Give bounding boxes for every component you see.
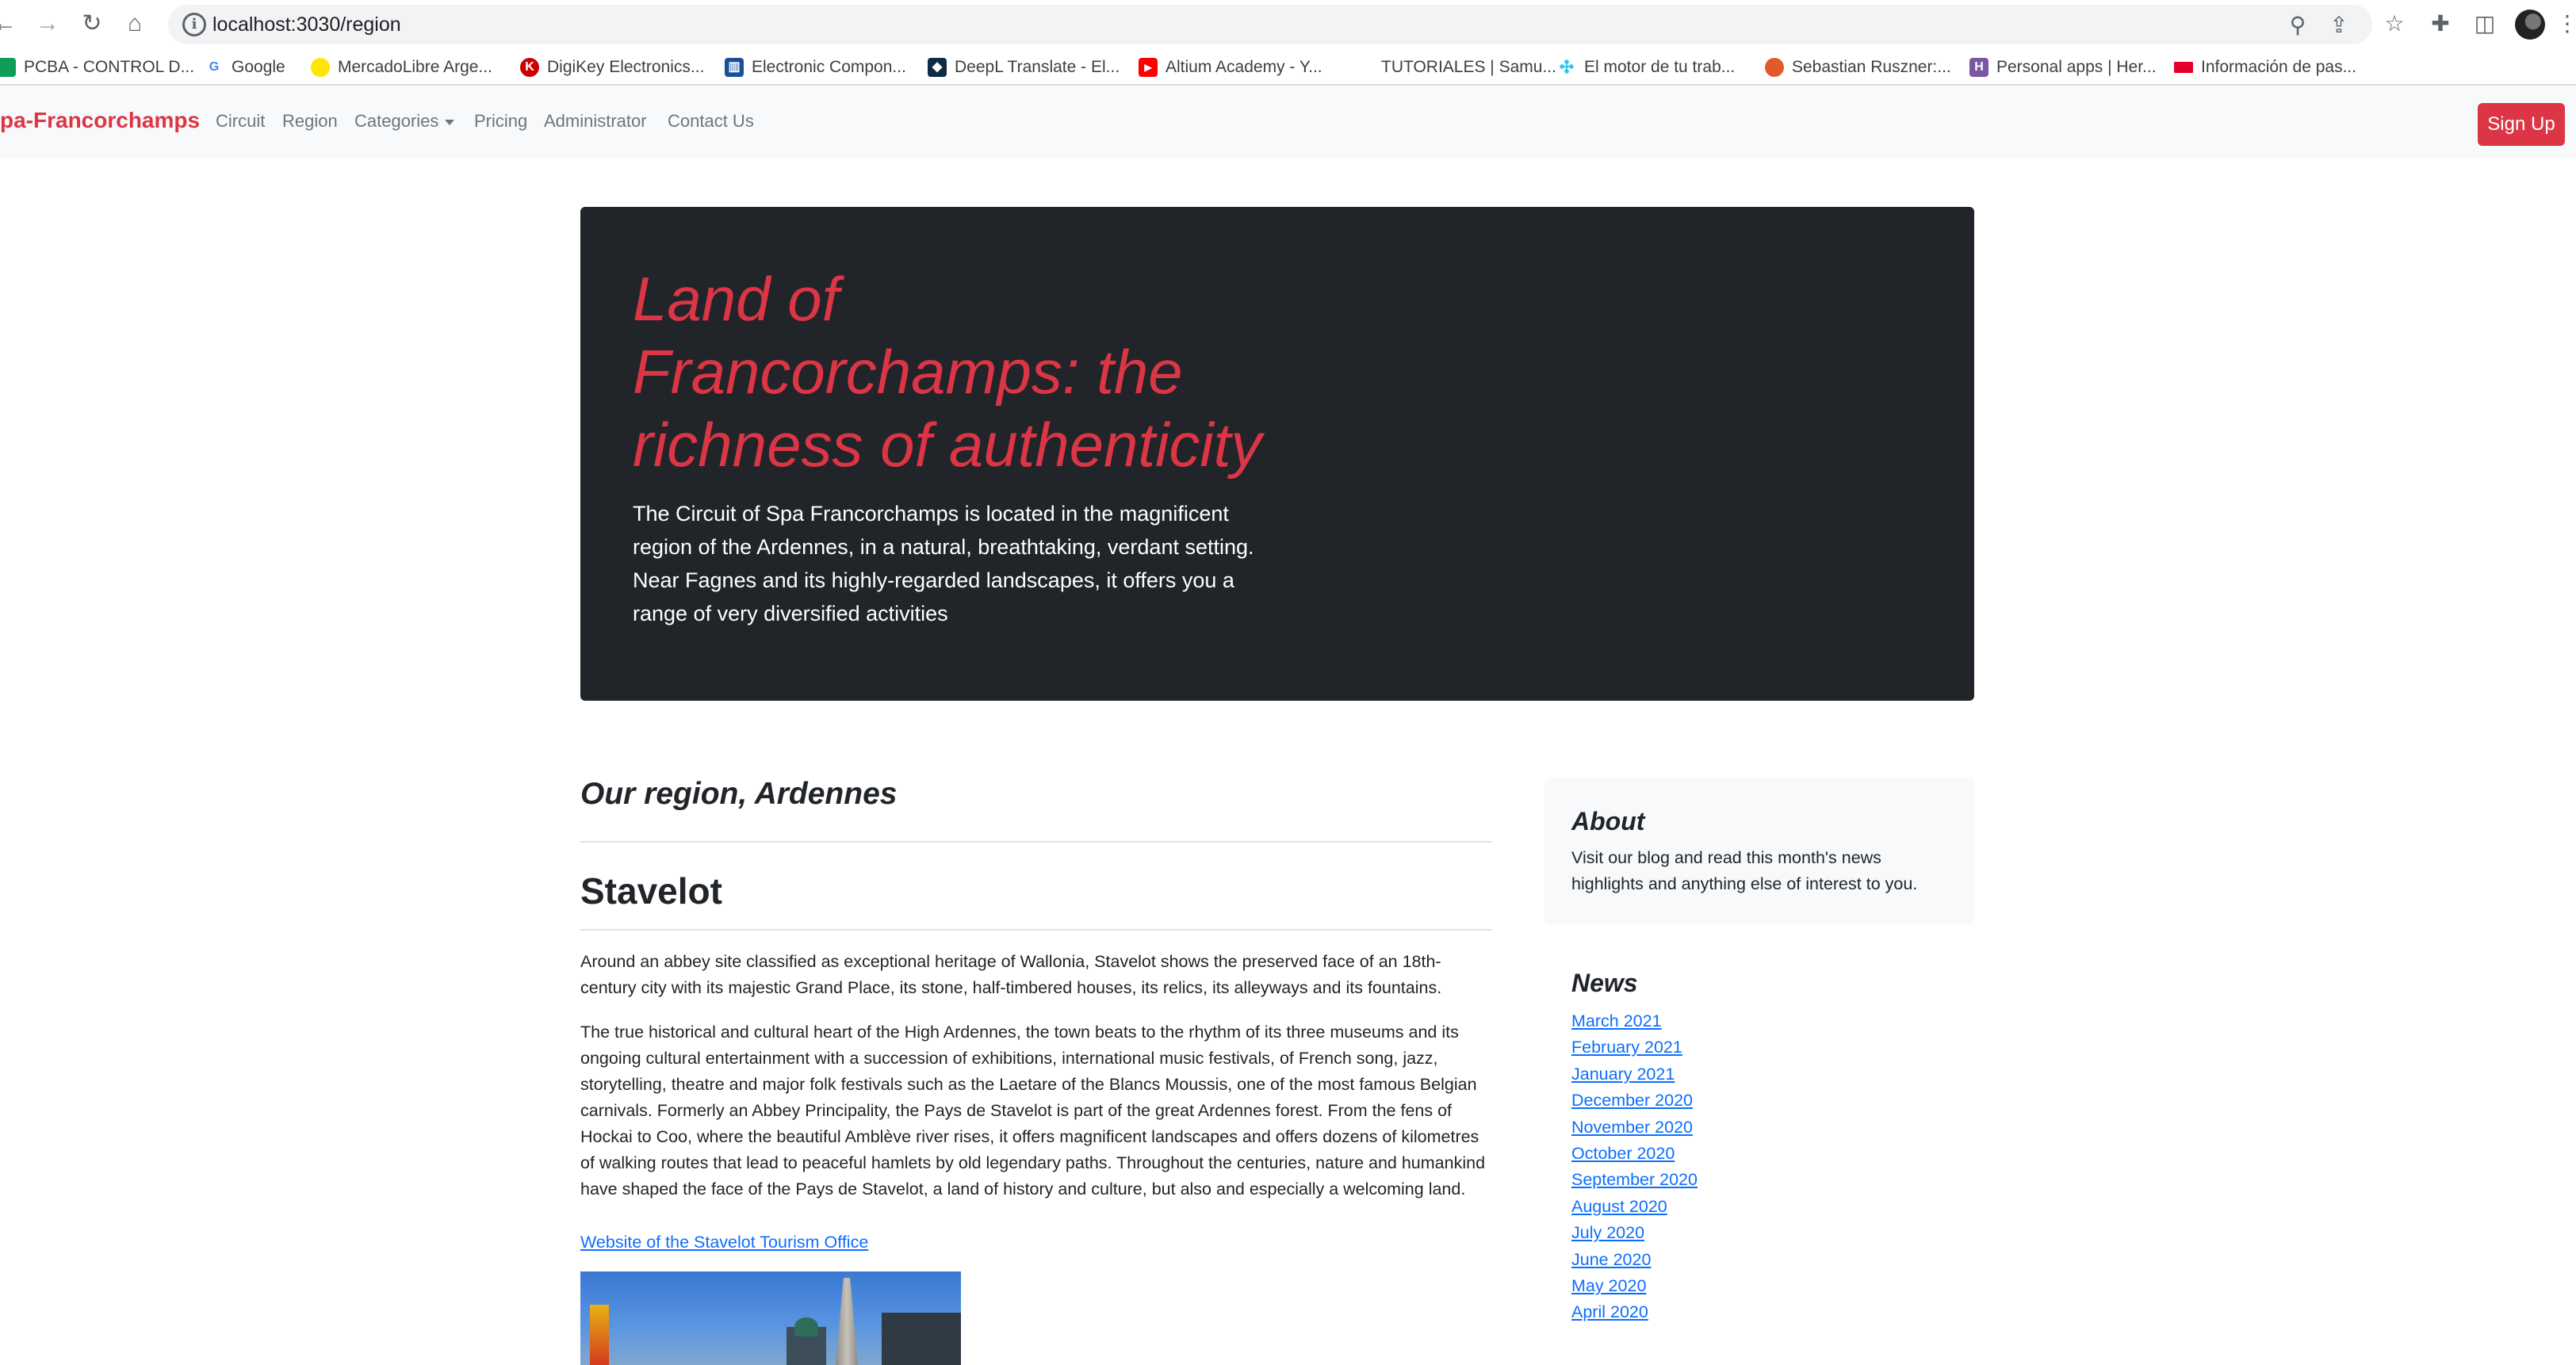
news-archive-link[interactable]: June 2020 (1571, 1250, 1651, 1269)
news-archive-link[interactable]: April 2020 (1571, 1302, 1648, 1321)
mercadolibre-icon (311, 58, 330, 77)
bookmark-item[interactable]: ▥ Electronic Compon... (725, 54, 906, 81)
bookmark-item[interactable]: PCBA - CONTROL D... (0, 54, 194, 81)
post-title: Stavelot (580, 870, 722, 912)
share-icon[interactable]: ⇪ (2325, 11, 2353, 40)
sheets-icon (0, 58, 16, 77)
zoom-icon[interactable]: ⚲ (2283, 11, 2312, 40)
news-archive-item: December 2020 (1571, 1088, 1698, 1114)
heroku-icon: H (1969, 58, 1988, 77)
flag-icon (2174, 62, 2193, 73)
chevron-down-icon (445, 119, 455, 125)
about-title: About (1571, 807, 1645, 835)
bookmark-item[interactable]: ▶ Altium Academy - Y... (1139, 54, 1322, 81)
nav-link-categories[interactable]: Categories (354, 111, 455, 132)
news-archive-link[interactable]: May 2020 (1571, 1276, 1646, 1295)
photo-flag (590, 1305, 609, 1365)
news-title: News (1571, 969, 1638, 997)
photo-obelisk (836, 1278, 858, 1365)
bookmark-item[interactable]: ✣ El motor de tu trab... (1557, 54, 1735, 81)
hero-lead: The Circuit of Spa Francorchamps is loca… (633, 497, 1291, 630)
news-archive-item: October 2020 (1571, 1141, 1698, 1167)
about-text: Visit our blog and read this month's new… (1571, 848, 1918, 893)
news-archive-link[interactable]: October 2020 (1571, 1144, 1675, 1163)
hero-lead-line: The Circuit of Spa Francorchamps is loca… (633, 502, 1254, 559)
divider (580, 929, 1492, 931)
news-archive-link[interactable]: September 2020 (1571, 1170, 1698, 1189)
browser-toolbar: ← → ↻ ⌂ i localhost:3030/region ⚲ ⇪ ☆ ✚ … (0, 0, 2576, 49)
hero-banner: Land of Francorchamps: the richness of a… (580, 207, 1974, 701)
hero-title: Land of Francorchamps: the richness of a… (633, 264, 1262, 480)
chart-icon: ▥ (725, 58, 744, 77)
news-archive-item: March 2021 (1571, 1008, 1698, 1034)
news-archive-item: May 2020 (1571, 1273, 1698, 1299)
site-navbar: pa-Francorchamps Circuit Region Categori… (0, 86, 2576, 159)
about-box: About Visit our blog and read this month… (1544, 778, 1974, 924)
slack-icon: ✣ (1559, 57, 1575, 77)
nav-link-contact[interactable]: Contact Us (668, 111, 754, 132)
bookmarks-bar: PCBA - CONTROL D... G Google MercadoLibre… (0, 49, 2576, 86)
bookmark-item[interactable]: TUTORIALES | Samu... (1381, 54, 1556, 81)
bookmark-item[interactable]: Sebastian Ruszner:... (1765, 54, 1951, 81)
extensions-icon[interactable]: ✚ (2425, 8, 2456, 40)
bookmark-star-icon[interactable]: ☆ (2379, 8, 2410, 40)
divider (580, 841, 1492, 843)
bookmark-item[interactable]: K DigiKey Electronics... (520, 54, 704, 81)
google-icon: G (209, 60, 220, 74)
site-info-icon[interactable]: i (182, 13, 206, 36)
back-arrow-icon[interactable]: ← (0, 8, 21, 40)
news-archive-item: August 2020 (1571, 1194, 1698, 1220)
post-paragraph: Around an abbey site classified as excep… (580, 952, 1442, 997)
bookmark-item[interactable]: H Personal apps | Her... (1969, 54, 2157, 81)
news-archive-item: February 2021 (1571, 1034, 1698, 1061)
bookmark-item[interactable]: MercadoLibre Arge... (311, 54, 492, 81)
news-archive-link[interactable]: July 2020 (1571, 1223, 1644, 1242)
news-archive-list: March 2021 February 2021 January 2021 De… (1571, 1008, 1698, 1326)
bookmark-item[interactable]: ◆ DeepL Translate - El... (928, 54, 1120, 81)
news-archive-link[interactable]: December 2020 (1571, 1091, 1693, 1110)
address-url[interactable]: localhost:3030/region (212, 13, 401, 36)
news-archive-item: January 2021 (1571, 1061, 1698, 1088)
news-archive-item: July 2020 (1571, 1220, 1698, 1246)
nav-link-pricing[interactable]: Pricing (474, 111, 527, 132)
tourism-office-link[interactable]: Website of the Stavelot Tourism Office (580, 1229, 868, 1256)
more-menu-icon[interactable]: ⋮ (2556, 8, 2576, 40)
home-icon[interactable]: ⌂ (119, 8, 151, 40)
side-panel-icon[interactable]: ◫ (2469, 8, 2501, 40)
nav-link-administrator[interactable]: Administrator (544, 111, 647, 132)
stavelot-photo (580, 1271, 961, 1365)
news-archive-item: April 2020 (1571, 1299, 1698, 1325)
bookmark-item[interactable]: G Google (205, 54, 285, 81)
photo-building (882, 1313, 961, 1365)
news-archive-link[interactable]: March 2021 (1571, 1011, 1662, 1030)
news-archive-link[interactable]: January 2021 (1571, 1065, 1675, 1084)
hero-lead-line: Near Fagnes and its highly-regarded land… (633, 568, 1234, 625)
nav-link-circuit[interactable]: Circuit (216, 111, 265, 132)
youtube-icon: ▶ (1139, 58, 1158, 77)
news-archive-link[interactable]: November 2020 (1571, 1118, 1693, 1137)
brand-link[interactable]: pa-Francorchamps (0, 108, 200, 133)
reload-icon[interactable]: ↻ (76, 8, 108, 40)
news-archive-item: November 2020 (1571, 1115, 1698, 1141)
deepl-icon: ◆ (928, 58, 947, 77)
forward-arrow-icon[interactable]: → (32, 8, 63, 40)
globe-icon (1765, 58, 1784, 77)
digikey-icon: K (520, 58, 539, 77)
nav-link-region[interactable]: Region (282, 111, 338, 132)
address-bar[interactable]: i localhost:3030/region ⚲ ⇪ (168, 5, 2372, 44)
signup-button[interactable]: Sign Up (2478, 103, 2565, 146)
news-archive-link[interactable]: February 2021 (1571, 1038, 1682, 1057)
news-archive-link[interactable]: August 2020 (1571, 1197, 1667, 1216)
section-heading: Our region, Ardennes (580, 777, 898, 811)
news-archive-item: June 2020 (1571, 1247, 1698, 1273)
news-archive-item: September 2020 (1571, 1167, 1698, 1193)
post-paragraph: The true historical and cultural heart o… (580, 1023, 1486, 1199)
photo-dome (794, 1317, 818, 1336)
bookmark-item[interactable]: Información de pas... (2174, 54, 2356, 81)
profile-avatar[interactable] (2515, 10, 2545, 40)
